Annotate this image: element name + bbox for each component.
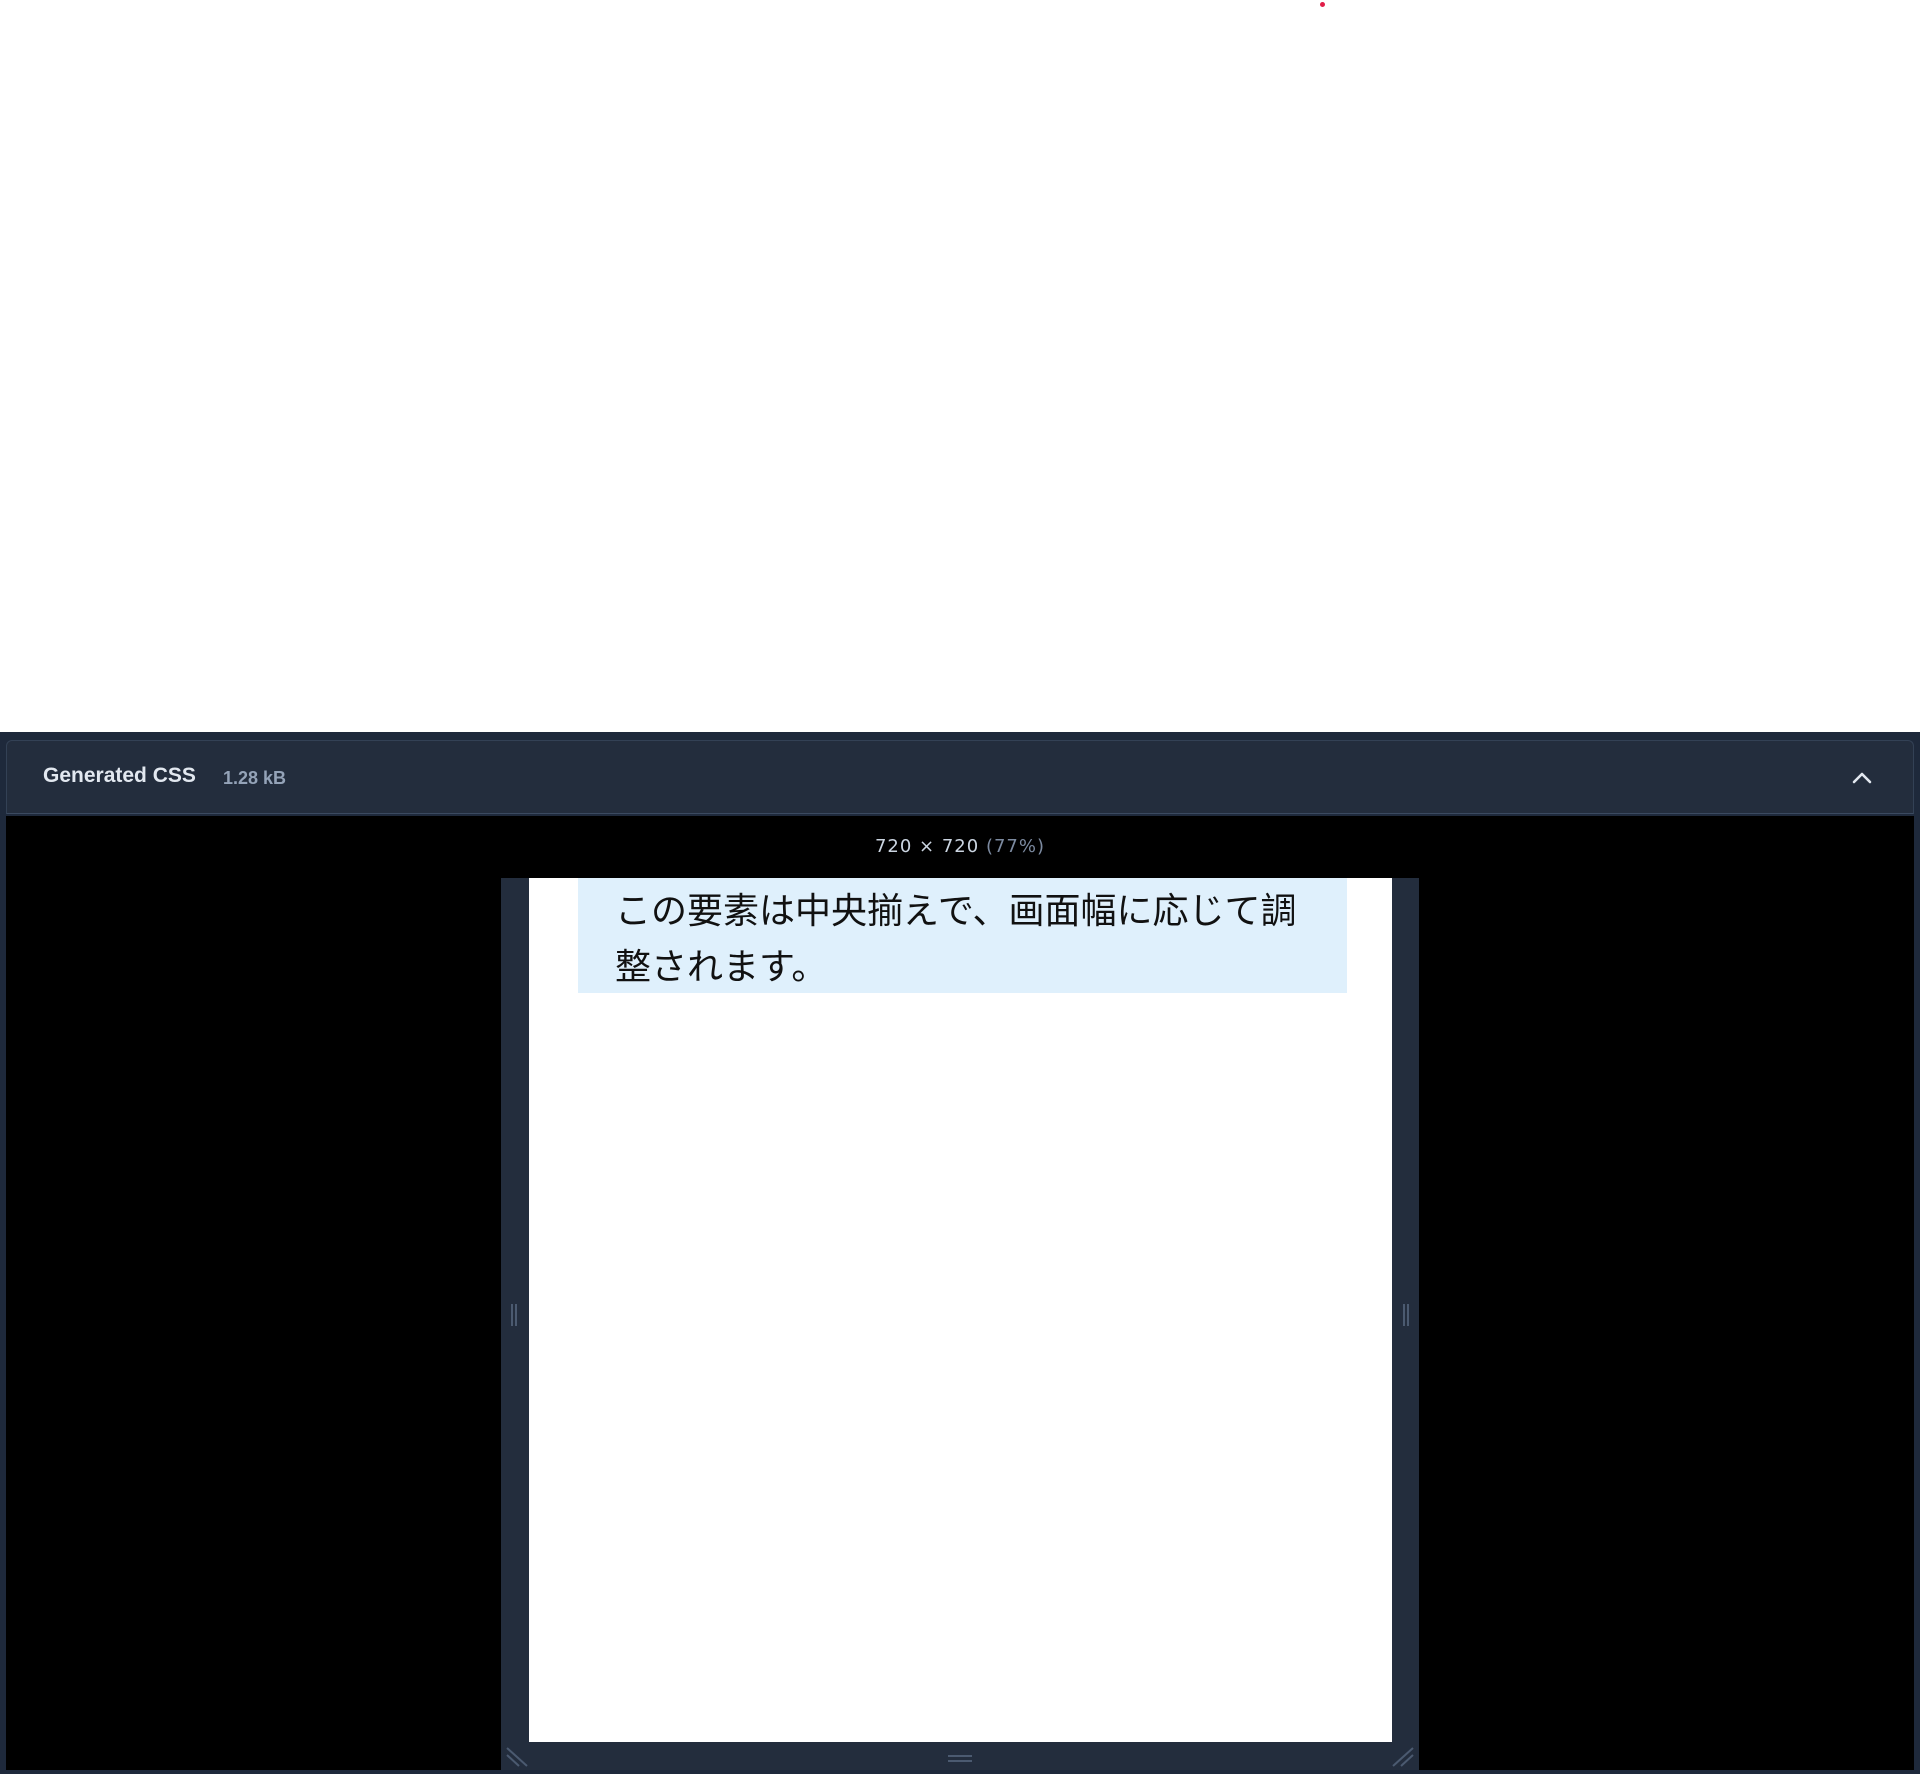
css-panel: Generated CSS 1.28 kB 720 × 720 (77%) この…	[0, 732, 1920, 1774]
collapse-button[interactable]	[1845, 761, 1879, 795]
viewport-size-label: 720 × 720 (77%)	[6, 836, 1914, 857]
page-canvas	[0, 0, 1920, 732]
zoom-level: (77%)	[985, 836, 1046, 857]
resize-handle-right[interactable]	[1399, 1298, 1413, 1332]
centered-element: この要素は中央揃えで、画面幅に応じて調整されます。	[578, 878, 1347, 993]
file-size-label: 1.28 kB	[223, 768, 287, 788]
resize-handle-bottom-right[interactable]	[1389, 1742, 1415, 1768]
device-frame: この要素は中央揃えで、画面幅に応じて調整されます。	[501, 878, 1419, 1770]
panel-title: Generated CSS	[43, 764, 196, 787]
preview-area: 720 × 720 (77%) この要素は中央揃えで、画面幅に応じて調整されます…	[6, 816, 1914, 1770]
indicator-dot	[1320, 2, 1325, 7]
resize-handle-left[interactable]	[507, 1298, 521, 1332]
chevron-up-icon	[1845, 761, 1879, 795]
preview-screen: この要素は中央揃えで、画面幅に応じて調整されます。	[529, 878, 1392, 1742]
panel-header[interactable]: Generated CSS 1.28 kB	[6, 740, 1914, 814]
resize-handle-bottom-left[interactable]	[505, 1742, 531, 1768]
viewport-dimensions: 720 × 720	[874, 836, 980, 857]
resize-handle-bottom[interactable]	[940, 1750, 980, 1766]
